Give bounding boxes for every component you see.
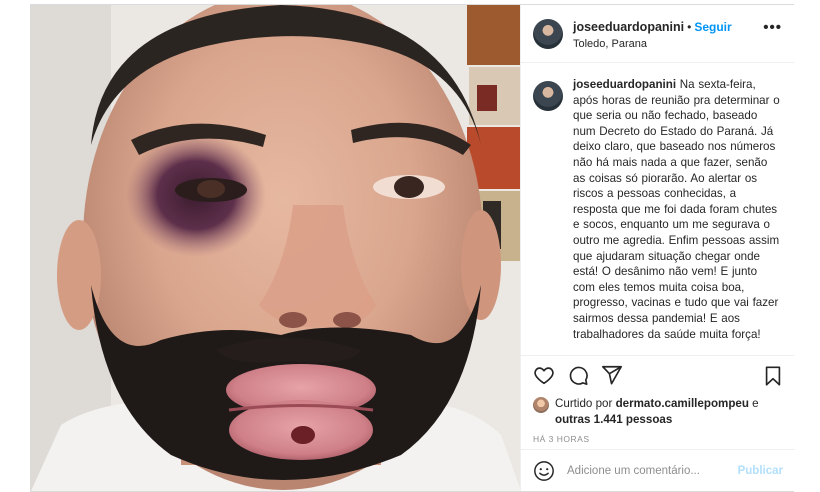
caption-username[interactable]: joseeduardopanini	[573, 78, 676, 91]
likes-text: Curtido por dermato.camillepompeu e outr…	[555, 396, 782, 427]
post-image-face	[31, 5, 520, 491]
likes-summary: Curtido por dermato.camillepompeu e outr…	[521, 396, 794, 427]
comment-icon[interactable]	[567, 364, 591, 388]
caption-author-avatar[interactable]	[533, 81, 563, 111]
author-avatar[interactable]	[533, 19, 563, 49]
post-photo[interactable]	[31, 5, 520, 491]
post-actions	[521, 356, 794, 396]
likes-connector: e	[748, 397, 759, 410]
comment-input[interactable]	[567, 464, 738, 477]
more-options-icon[interactable]: •••	[763, 20, 782, 35]
follow-button[interactable]: Seguir	[694, 20, 731, 34]
caption-area: joseeduardopanini Na sexta-feira, após h…	[521, 63, 794, 356]
author-info: joseeduardopanini • Seguir Toledo, Parana	[573, 19, 732, 52]
post-header: joseeduardopanini • Seguir Toledo, Parana …	[521, 5, 794, 63]
separator-dot: •	[687, 20, 692, 34]
comment-bar: Publicar	[521, 449, 795, 491]
instagram-post: joseeduardopanini • Seguir Toledo, Parana …	[30, 4, 795, 492]
post-timestamp[interactable]: HÁ 3 HORAS	[521, 427, 794, 444]
publish-button[interactable]: Publicar	[738, 465, 783, 477]
caption-text: Na sexta-feira, após horas de reunião pr…	[573, 78, 780, 341]
liker-username[interactable]: dermato.camillepompeu	[616, 397, 749, 410]
post-caption: joseeduardopanini Na sexta-feira, após h…	[573, 77, 782, 355]
author-username[interactable]: joseeduardopanini	[573, 20, 684, 34]
emoji-icon[interactable]	[533, 460, 555, 482]
liker-avatar[interactable]	[533, 397, 549, 413]
post-sidebar: joseeduardopanini • Seguir Toledo, Parana …	[520, 5, 795, 491]
bookmark-icon[interactable]	[762, 364, 784, 388]
likes-prefix: Curtido por	[555, 397, 616, 410]
likes-others-link[interactable]: outras 1.441 pessoas	[555, 413, 672, 426]
post-location[interactable]: Toledo, Parana	[573, 36, 732, 52]
heart-icon[interactable]	[533, 364, 557, 388]
share-icon[interactable]	[601, 364, 625, 388]
